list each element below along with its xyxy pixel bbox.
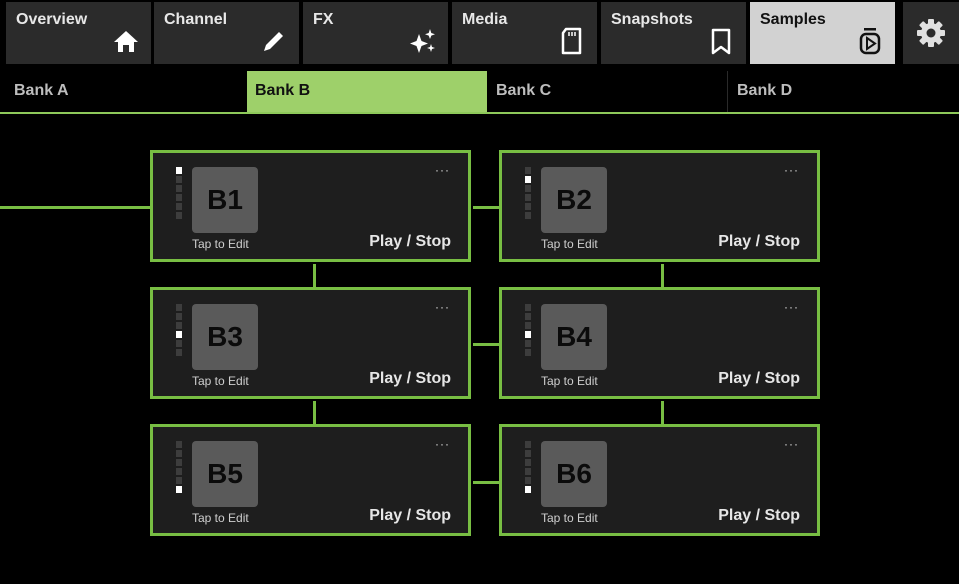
tab-fx[interactable]: FX <box>303 2 448 64</box>
pencil-icon <box>264 32 283 51</box>
tab-label: Media <box>462 11 508 28</box>
sample-pad[interactable]: B4 <box>541 304 607 370</box>
sample-name: B6 <box>556 458 592 489</box>
play-stop-button[interactable]: Play / Stop <box>718 370 800 388</box>
sample-slot-b2[interactable]: B2 Tap to Edit ··· Play / Stop <box>499 150 820 262</box>
play-stop-button[interactable]: Play / Stop <box>369 370 451 388</box>
level-meter <box>525 304 531 358</box>
bank-label: Bank A <box>14 82 69 99</box>
tap-to-edit-label: Tap to Edit <box>192 511 249 525</box>
play-stop-button[interactable]: Play / Stop <box>718 233 800 251</box>
tab-media[interactable]: Media <box>452 2 597 64</box>
tab-label: Overview <box>16 11 88 28</box>
bookmark-icon <box>711 28 731 55</box>
level-meter <box>525 167 531 221</box>
play-stop-button[interactable]: Play / Stop <box>718 507 800 525</box>
sample-name: B2 <box>556 184 592 215</box>
gear-icon <box>917 19 945 47</box>
sample-name: B1 <box>207 184 243 215</box>
bank-c-tab[interactable]: Bank C <box>487 71 727 112</box>
tap-to-edit-label: Tap to Edit <box>192 237 249 251</box>
more-options-icon[interactable]: ··· <box>435 300 450 314</box>
bank-label: Bank B <box>255 82 311 99</box>
home-icon <box>114 31 138 52</box>
bank-d-tab[interactable]: Bank D <box>727 71 959 112</box>
sample-slot-b6[interactable]: B6 Tap to Edit ··· Play / Stop <box>499 424 820 536</box>
sparkles-icon <box>410 29 435 53</box>
bank-label: Bank D <box>737 82 793 99</box>
play-stop-button[interactable]: Play / Stop <box>369 507 451 525</box>
tap-to-edit-label: Tap to Edit <box>541 237 598 251</box>
sample-player-icon <box>859 28 881 55</box>
more-options-icon[interactable]: ··· <box>784 437 799 451</box>
tab-label: Samples <box>760 11 826 28</box>
level-meter <box>176 304 182 358</box>
more-options-icon[interactable]: ··· <box>435 163 450 177</box>
level-meter <box>176 441 182 495</box>
sample-pad[interactable]: B3 <box>192 304 258 370</box>
tap-to-edit-label: Tap to Edit <box>192 374 249 388</box>
sample-pad[interactable]: B6 <box>541 441 607 507</box>
more-options-icon[interactable]: ··· <box>784 163 799 177</box>
bank-a-tab[interactable]: Bank A <box>0 71 240 112</box>
tab-samples[interactable]: Samples <box>750 2 895 64</box>
sample-name: B3 <box>207 321 243 352</box>
tap-to-edit-label: Tap to Edit <box>541 374 598 388</box>
tab-overview[interactable]: Overview <box>6 2 151 64</box>
level-meter <box>525 441 531 495</box>
bank-b-tab[interactable]: Bank B <box>247 71 487 112</box>
more-options-icon[interactable]: ··· <box>435 437 450 451</box>
main-tab-bar: Overview Channel FX Media Snapshots Samp… <box>0 0 959 65</box>
sample-name: B5 <box>207 458 243 489</box>
sample-pad[interactable]: B2 <box>541 167 607 233</box>
tab-snapshots[interactable]: Snapshots <box>601 2 746 64</box>
tap-to-edit-label: Tap to Edit <box>541 511 598 525</box>
tab-label: Snapshots <box>611 11 693 28</box>
more-options-icon[interactable]: ··· <box>784 300 799 314</box>
play-stop-button[interactable]: Play / Stop <box>369 233 451 251</box>
settings-button[interactable] <box>903 2 959 64</box>
sample-slot-b5[interactable]: B5 Tap to Edit ··· Play / Stop <box>150 424 471 536</box>
bank-label: Bank C <box>496 82 552 99</box>
sample-slot-b4[interactable]: B4 Tap to Edit ··· Play / Stop <box>499 287 820 399</box>
tab-label: FX <box>313 11 334 28</box>
input-connector <box>0 206 152 209</box>
sample-slot-b3[interactable]: B3 Tap to Edit ··· Play / Stop <box>150 287 471 399</box>
sample-pad[interactable]: B1 <box>192 167 258 233</box>
sd-card-icon <box>561 27 582 55</box>
bank-selector: Bank A Bank B Bank C Bank D <box>0 71 959 114</box>
sample-pad[interactable]: B5 <box>192 441 258 507</box>
tab-channel[interactable]: Channel <box>154 2 299 64</box>
level-meter <box>176 167 182 221</box>
sample-name: B4 <box>556 321 592 352</box>
tab-label: Channel <box>164 11 228 28</box>
sample-slot-b1[interactable]: B1 Tap to Edit ··· Play / Stop <box>150 150 471 262</box>
